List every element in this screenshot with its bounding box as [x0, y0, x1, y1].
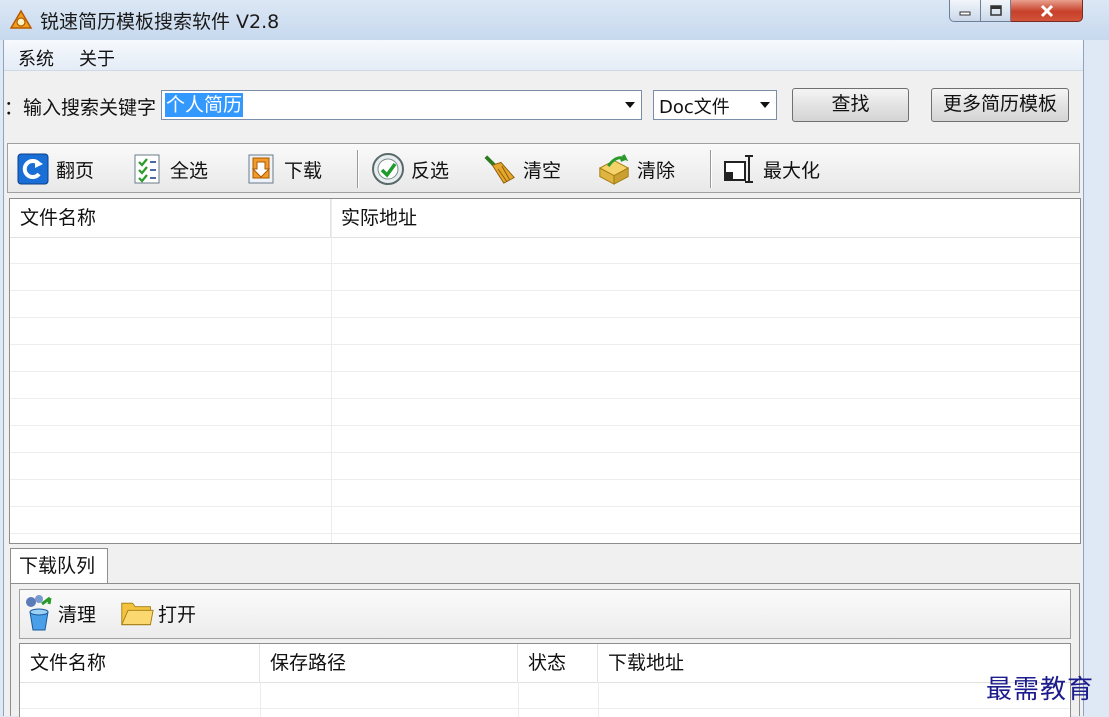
download-button[interactable]: 下载	[244, 151, 322, 187]
window-controls	[949, 0, 1083, 24]
column-header-file-name[interactable]: 文件名称	[10, 199, 331, 237]
table-row[interactable]	[20, 682, 1070, 709]
maximize-label: 最大化	[763, 159, 821, 182]
results-table[interactable]: 文件名称 实际地址	[9, 198, 1081, 544]
column-divider	[331, 199, 332, 543]
close-button[interactable]	[1011, 0, 1083, 22]
menu-bar: 系统 关于	[4, 40, 1083, 71]
menu-item-system[interactable]: 系统	[18, 45, 54, 71]
download-icon	[244, 152, 278, 186]
clean-button[interactable]: 清理	[22, 595, 96, 631]
table-row[interactable]	[10, 318, 1080, 345]
toolbar-separator	[710, 150, 711, 188]
dropdown-arrow-icon[interactable]	[625, 102, 635, 108]
table-row[interactable]	[10, 507, 1080, 534]
window-title: 锐速简历模板搜索软件 V2.8	[40, 11, 280, 33]
select-all-label: 全选	[170, 159, 209, 182]
search-button[interactable]: 查找	[792, 88, 909, 122]
results-table-header: 文件名称 实际地址	[10, 199, 1080, 238]
toolbar-separator	[357, 150, 358, 188]
column-header-status[interactable]: 状态	[518, 644, 598, 682]
invert-selection-label: 反选	[411, 159, 450, 182]
file-type-select[interactable]: Doc文件	[653, 90, 777, 120]
remove-icon	[597, 152, 631, 186]
clear-button[interactable]: 清空	[483, 151, 561, 187]
restore-icon	[989, 4, 1002, 16]
file-type-value: Doc文件	[659, 97, 730, 118]
main-window: 系统 关于 输入搜索关键字： 个人简历 Doc文件 查找 更多简历模板 翻页 全…	[3, 40, 1084, 717]
download-label: 下载	[284, 159, 323, 182]
page-turn-button[interactable]: 翻页	[16, 151, 94, 187]
queue-toolbar: 清理 打开	[19, 589, 1071, 639]
table-row[interactable]	[10, 291, 1080, 318]
minimize-button[interactable]	[949, 0, 981, 22]
select-all-icon	[130, 152, 164, 186]
menu-item-about[interactable]: 关于	[79, 45, 115, 71]
invert-selection-button[interactable]: 反选	[371, 151, 449, 187]
main-toolbar: 翻页 全选 下载 反选 清空 清除 最大化	[7, 143, 1080, 193]
table-row[interactable]	[10, 237, 1080, 264]
select-all-button[interactable]: 全选	[130, 151, 208, 187]
clean-icon	[22, 595, 56, 631]
remove-label: 清除	[637, 159, 676, 182]
close-icon	[1040, 4, 1053, 17]
download-queue-panel: 清理 打开 文件名称 保存路径 状态 下载地址	[10, 583, 1080, 717]
more-templates-button[interactable]: 更多简历模板	[931, 88, 1069, 122]
keyword-input-value[interactable]: 个人简历	[165, 93, 244, 117]
column-divider	[598, 682, 599, 717]
dropdown-arrow-icon[interactable]	[760, 102, 770, 108]
column-header-save-path[interactable]: 保存路径	[260, 644, 518, 682]
table-row[interactable]	[10, 372, 1080, 399]
page-turn-label: 翻页	[56, 159, 95, 182]
clean-label: 清理	[58, 603, 97, 626]
maximize-button[interactable]: 最大化	[723, 151, 820, 187]
folder-icon	[120, 596, 154, 630]
tab-download-queue[interactable]: 下载队列	[10, 548, 108, 584]
open-button[interactable]: 打开	[120, 595, 196, 631]
maximize-icon	[723, 152, 757, 186]
remove-button[interactable]: 清除	[597, 151, 675, 187]
table-row[interactable]	[10, 264, 1080, 291]
table-row[interactable]	[10, 399, 1080, 426]
open-label: 打开	[158, 603, 197, 626]
title-bar: 锐速简历模板搜索软件 V2.8	[0, 0, 1109, 40]
table-row[interactable]	[10, 345, 1080, 372]
watermark-text: 最需教育	[986, 675, 1095, 705]
keyword-combobox[interactable]: 个人简历	[161, 90, 642, 120]
minimize-icon	[959, 11, 971, 15]
broom-icon	[483, 152, 517, 186]
clear-label: 清空	[523, 159, 562, 182]
column-header-file-name[interactable]: 文件名称	[20, 644, 260, 682]
keyword-label: 输入搜索关键字：	[4, 97, 156, 119]
table-row[interactable]	[10, 426, 1080, 453]
table-row[interactable]	[10, 480, 1080, 507]
invert-selection-icon	[371, 152, 405, 186]
column-divider	[260, 682, 261, 717]
table-row[interactable]	[10, 453, 1080, 480]
column-divider	[518, 682, 519, 717]
app-logo-icon	[9, 9, 33, 29]
column-header-actual-address[interactable]: 实际地址	[331, 199, 1080, 237]
maximize-window-button[interactable]	[981, 0, 1011, 22]
page-turn-icon	[16, 152, 50, 186]
queue-table-header: 文件名称 保存路径 状态 下载地址	[20, 644, 1070, 683]
download-queue-table[interactable]: 文件名称 保存路径 状态 下载地址	[19, 643, 1071, 717]
